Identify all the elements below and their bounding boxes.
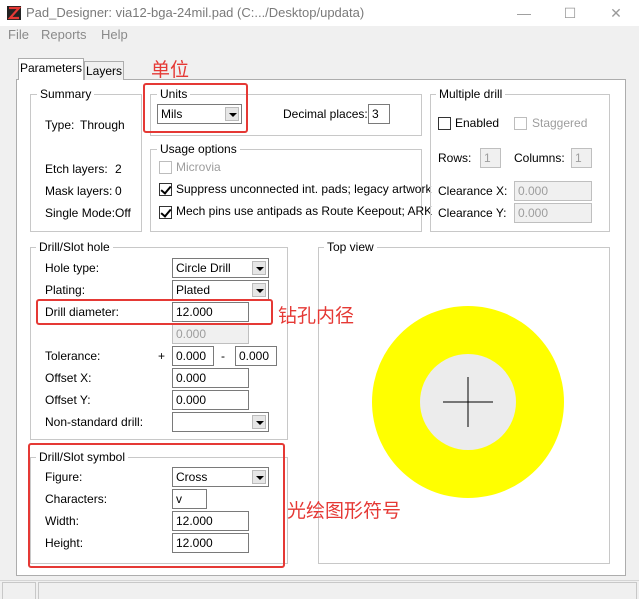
minimize-icon[interactable]: — xyxy=(501,0,547,26)
decimal-places-label: Decimal places: xyxy=(283,107,368,121)
chevron-down-icon[interactable] xyxy=(252,415,266,429)
status-cell-1 xyxy=(2,582,36,599)
staggered-checkbox[interactable] xyxy=(514,117,527,130)
tab-parameters[interactable]: Parameters xyxy=(18,58,84,80)
microvia-label: Microvia xyxy=(176,160,221,174)
plating-combo[interactable]: Plated xyxy=(172,280,269,300)
pad-preview xyxy=(325,279,591,524)
drill-hole-legend: Drill/Slot hole xyxy=(36,240,113,254)
non-standard-drill-combo[interactable] xyxy=(172,412,269,432)
microvia-checkbox[interactable] xyxy=(159,161,172,174)
hole-type-combo[interactable]: Circle Drill xyxy=(172,258,269,278)
summary-legend: Summary xyxy=(37,87,95,101)
top-view-legend: Top view xyxy=(324,240,377,254)
mech-pins-checkbox[interactable] xyxy=(159,206,172,219)
etch-layers-value: 2 xyxy=(115,162,122,176)
type-label: Type: xyxy=(45,118,75,132)
units-highlight-box xyxy=(143,83,248,133)
rows-label: Rows: xyxy=(438,151,472,165)
tolerance-label: Tolerance: xyxy=(45,349,101,363)
single-mode-label: Single Mode: xyxy=(45,206,116,220)
clearance-x-label: Clearance X: xyxy=(438,184,508,198)
drill-symbol-highlight-box xyxy=(28,443,285,568)
suppress-unconnected-checkbox[interactable] xyxy=(159,183,172,196)
offset-x-label: Offset X: xyxy=(45,371,92,385)
chevron-down-icon[interactable] xyxy=(252,261,266,275)
tolerance-plus-input[interactable]: 0.000 xyxy=(172,346,214,366)
columns-label: Columns: xyxy=(514,151,565,165)
usage-options-legend: Usage options xyxy=(157,142,240,156)
mask-layers-value: 0 xyxy=(115,184,122,198)
etch-layers-label: Etch layers: xyxy=(45,162,108,176)
chevron-down-icon[interactable] xyxy=(252,283,266,297)
offset-x-input[interactable]: 0.000 xyxy=(172,368,249,388)
menu-bar xyxy=(0,26,639,46)
offset-y-input[interactable]: 0.000 xyxy=(172,390,249,410)
tolerance-minus-sign: - xyxy=(221,349,225,363)
hole-type-value: Circle Drill xyxy=(176,261,231,275)
suppress-unconnected-label: Suppress unconnected int. pads; legacy a… xyxy=(176,182,432,196)
drill-diameter-highlight-box xyxy=(36,299,273,325)
close-icon[interactable]: ✕ xyxy=(593,0,639,26)
mask-layers-label: Mask layers: xyxy=(45,184,113,198)
secondary-dimension-input[interactable]: 0.000 xyxy=(172,324,249,344)
menu-file[interactable]: File xyxy=(8,27,29,42)
tolerance-minus-input[interactable]: 0.000 xyxy=(235,346,277,366)
tolerance-plus-sign: + xyxy=(158,349,166,363)
decimal-places-input[interactable]: 3 xyxy=(368,104,390,124)
plating-value: Plated xyxy=(176,283,211,297)
drill-diameter-annotation: 钻孔内径 xyxy=(278,305,355,327)
enabled-checkbox[interactable] xyxy=(438,117,451,130)
enabled-label: Enabled xyxy=(455,116,500,130)
status-cell-2 xyxy=(38,582,637,599)
clearance-y-label: Clearance Y: xyxy=(438,206,507,220)
columns-input[interactable]: 1 xyxy=(571,148,592,168)
mech-pins-label: Mech pins use antipads as Route Keepout;… xyxy=(176,204,433,218)
app-icon xyxy=(7,6,22,20)
menu-help[interactable]: Help xyxy=(101,27,128,42)
non-standard-drill-label: Non-standard drill: xyxy=(45,415,144,429)
menu-reports[interactable]: Reports xyxy=(41,27,87,42)
tab-layers[interactable]: Layers xyxy=(84,61,124,80)
maximize-icon[interactable]: ☐ xyxy=(547,0,593,26)
clearance-x-input[interactable]: 0.000 xyxy=(514,181,592,201)
staggered-label: Staggered xyxy=(532,116,588,130)
rows-input[interactable]: 1 xyxy=(480,148,501,168)
clearance-y-input[interactable]: 0.000 xyxy=(514,203,592,223)
type-value: Through xyxy=(80,118,125,132)
plating-label: Plating: xyxy=(45,283,86,297)
offset-y-label: Offset Y: xyxy=(45,393,91,407)
multiple-drill-legend: Multiple drill xyxy=(436,87,506,101)
drill-symbol-annotation: 光绘图形符号 xyxy=(287,500,402,522)
window-title: Pad_Designer: via12-bga-24mil.pad (C:...… xyxy=(26,5,365,20)
hole-type-label: Hole type: xyxy=(45,261,100,275)
single-mode-value: Off xyxy=(115,206,131,220)
units-annotation: 单位 xyxy=(151,59,190,81)
